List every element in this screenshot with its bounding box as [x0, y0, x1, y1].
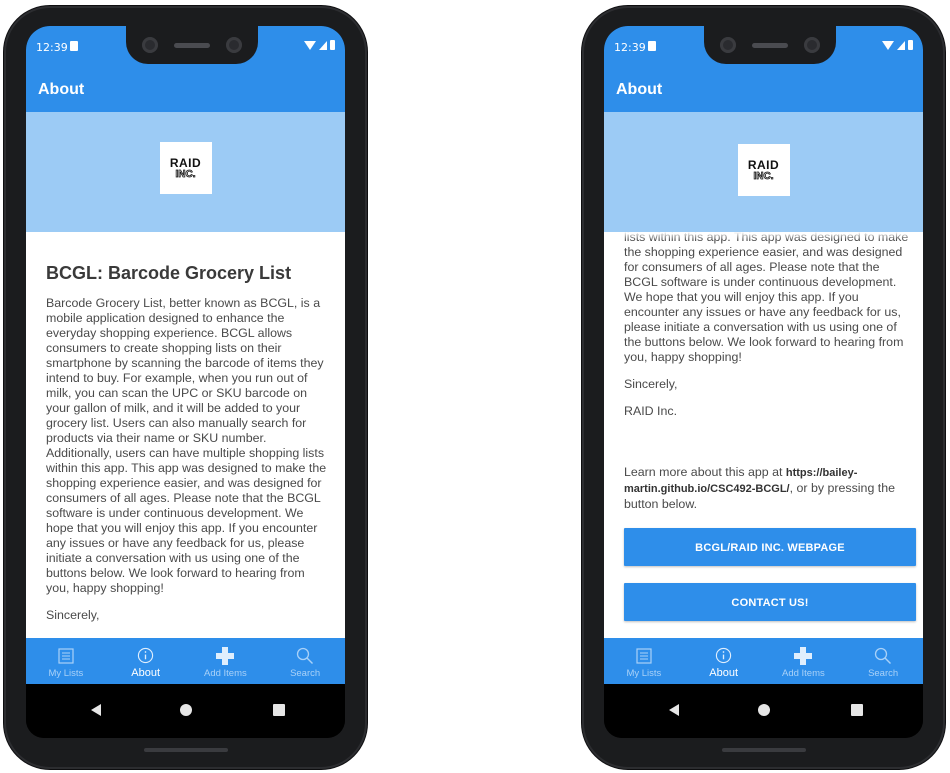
camera-notch	[126, 26, 258, 64]
app-bar-title: About	[604, 68, 923, 112]
info-icon	[137, 645, 154, 665]
page-title: BCGL: Barcode Grocery List	[46, 263, 292, 283]
tab-my-lists[interactable]: My Lists	[604, 638, 684, 684]
phone-right: 12:39 About RAID INC. lists within this …	[582, 6, 945, 769]
about-content-scrolled[interactable]: lists within this app. This app was desi…	[604, 232, 923, 638]
phone-left: 12:39 About RAID INC. BCGL: Barcode Groc…	[4, 6, 367, 769]
sim-icon	[648, 41, 656, 51]
back-icon[interactable]	[91, 704, 101, 716]
back-icon[interactable]	[669, 704, 679, 716]
tab-search[interactable]: Search	[843, 638, 923, 684]
plus-icon	[793, 646, 813, 666]
app-bar-title: About	[26, 68, 345, 112]
speaker-grille	[752, 43, 788, 48]
sim-icon	[70, 41, 78, 51]
battery-icon	[330, 40, 335, 50]
speaker-grille	[174, 43, 210, 48]
status-time: 12:39	[36, 41, 68, 54]
home-icon[interactable]	[180, 704, 192, 716]
tab-search[interactable]: Search	[265, 638, 345, 684]
bottom-tab-bar: My Lists About Add Items Search	[26, 638, 345, 684]
list-icon	[58, 646, 74, 666]
tab-add-items[interactable]: Add Items	[764, 638, 844, 684]
webpage-button[interactable]: BCGL/RAID INC. WEBPAGE	[624, 528, 916, 566]
plus-icon	[215, 646, 235, 666]
camera-notch	[704, 26, 836, 64]
front-camera-icon	[804, 37, 820, 53]
front-camera-icon	[226, 37, 242, 53]
learn-more-text: Learn more about this app at https://bai…	[624, 465, 895, 511]
closing-text: Sincerely,	[624, 377, 678, 391]
about-paragraph: lists within this app. This app was desi…	[624, 232, 908, 364]
hero-banner: RAID INC.	[604, 112, 923, 232]
screen-right: 12:39 About RAID INC. lists within this …	[604, 26, 923, 738]
recents-icon[interactable]	[851, 704, 863, 716]
raid-logo: RAID INC.	[159, 142, 212, 194]
battery-icon	[908, 40, 913, 50]
tab-add-items[interactable]: Add Items	[186, 638, 266, 684]
about-content[interactable]: BCGL: Barcode Grocery List Barcode Groce…	[26, 232, 345, 638]
bottom-tab-bar: My Lists About Add Items Search	[604, 638, 923, 684]
chin-speaker	[722, 748, 806, 752]
contact-us-button[interactable]: CONTACT US!	[624, 583, 916, 621]
cell-signal-icon	[897, 41, 905, 50]
closing-text: Sincerely,	[46, 608, 100, 622]
search-icon	[874, 646, 892, 666]
raid-logo: RAID INC.	[737, 144, 790, 196]
tab-about[interactable]: About	[106, 638, 186, 684]
android-nav-bar	[604, 684, 923, 738]
about-paragraph: Barcode Grocery List, better known as BC…	[46, 296, 327, 595]
chin-speaker	[144, 748, 228, 752]
tab-my-lists[interactable]: My Lists	[26, 638, 106, 684]
wifi-icon	[882, 41, 894, 50]
wifi-icon	[304, 41, 316, 50]
front-camera-icon	[720, 37, 736, 53]
signature-text: RAID Inc.	[624, 404, 678, 418]
home-icon[interactable]	[758, 704, 770, 716]
recents-icon[interactable]	[273, 704, 285, 716]
search-icon	[296, 646, 314, 666]
screen-left: 12:39 About RAID INC. BCGL: Barcode Groc…	[26, 26, 345, 738]
hero-banner: RAID INC.	[26, 112, 345, 232]
front-camera-icon	[142, 37, 158, 53]
info-icon	[715, 645, 732, 665]
cell-signal-icon	[319, 41, 327, 50]
android-nav-bar	[26, 684, 345, 738]
status-time: 12:39	[614, 41, 646, 54]
list-icon	[636, 646, 652, 666]
tab-about[interactable]: About	[684, 638, 764, 684]
